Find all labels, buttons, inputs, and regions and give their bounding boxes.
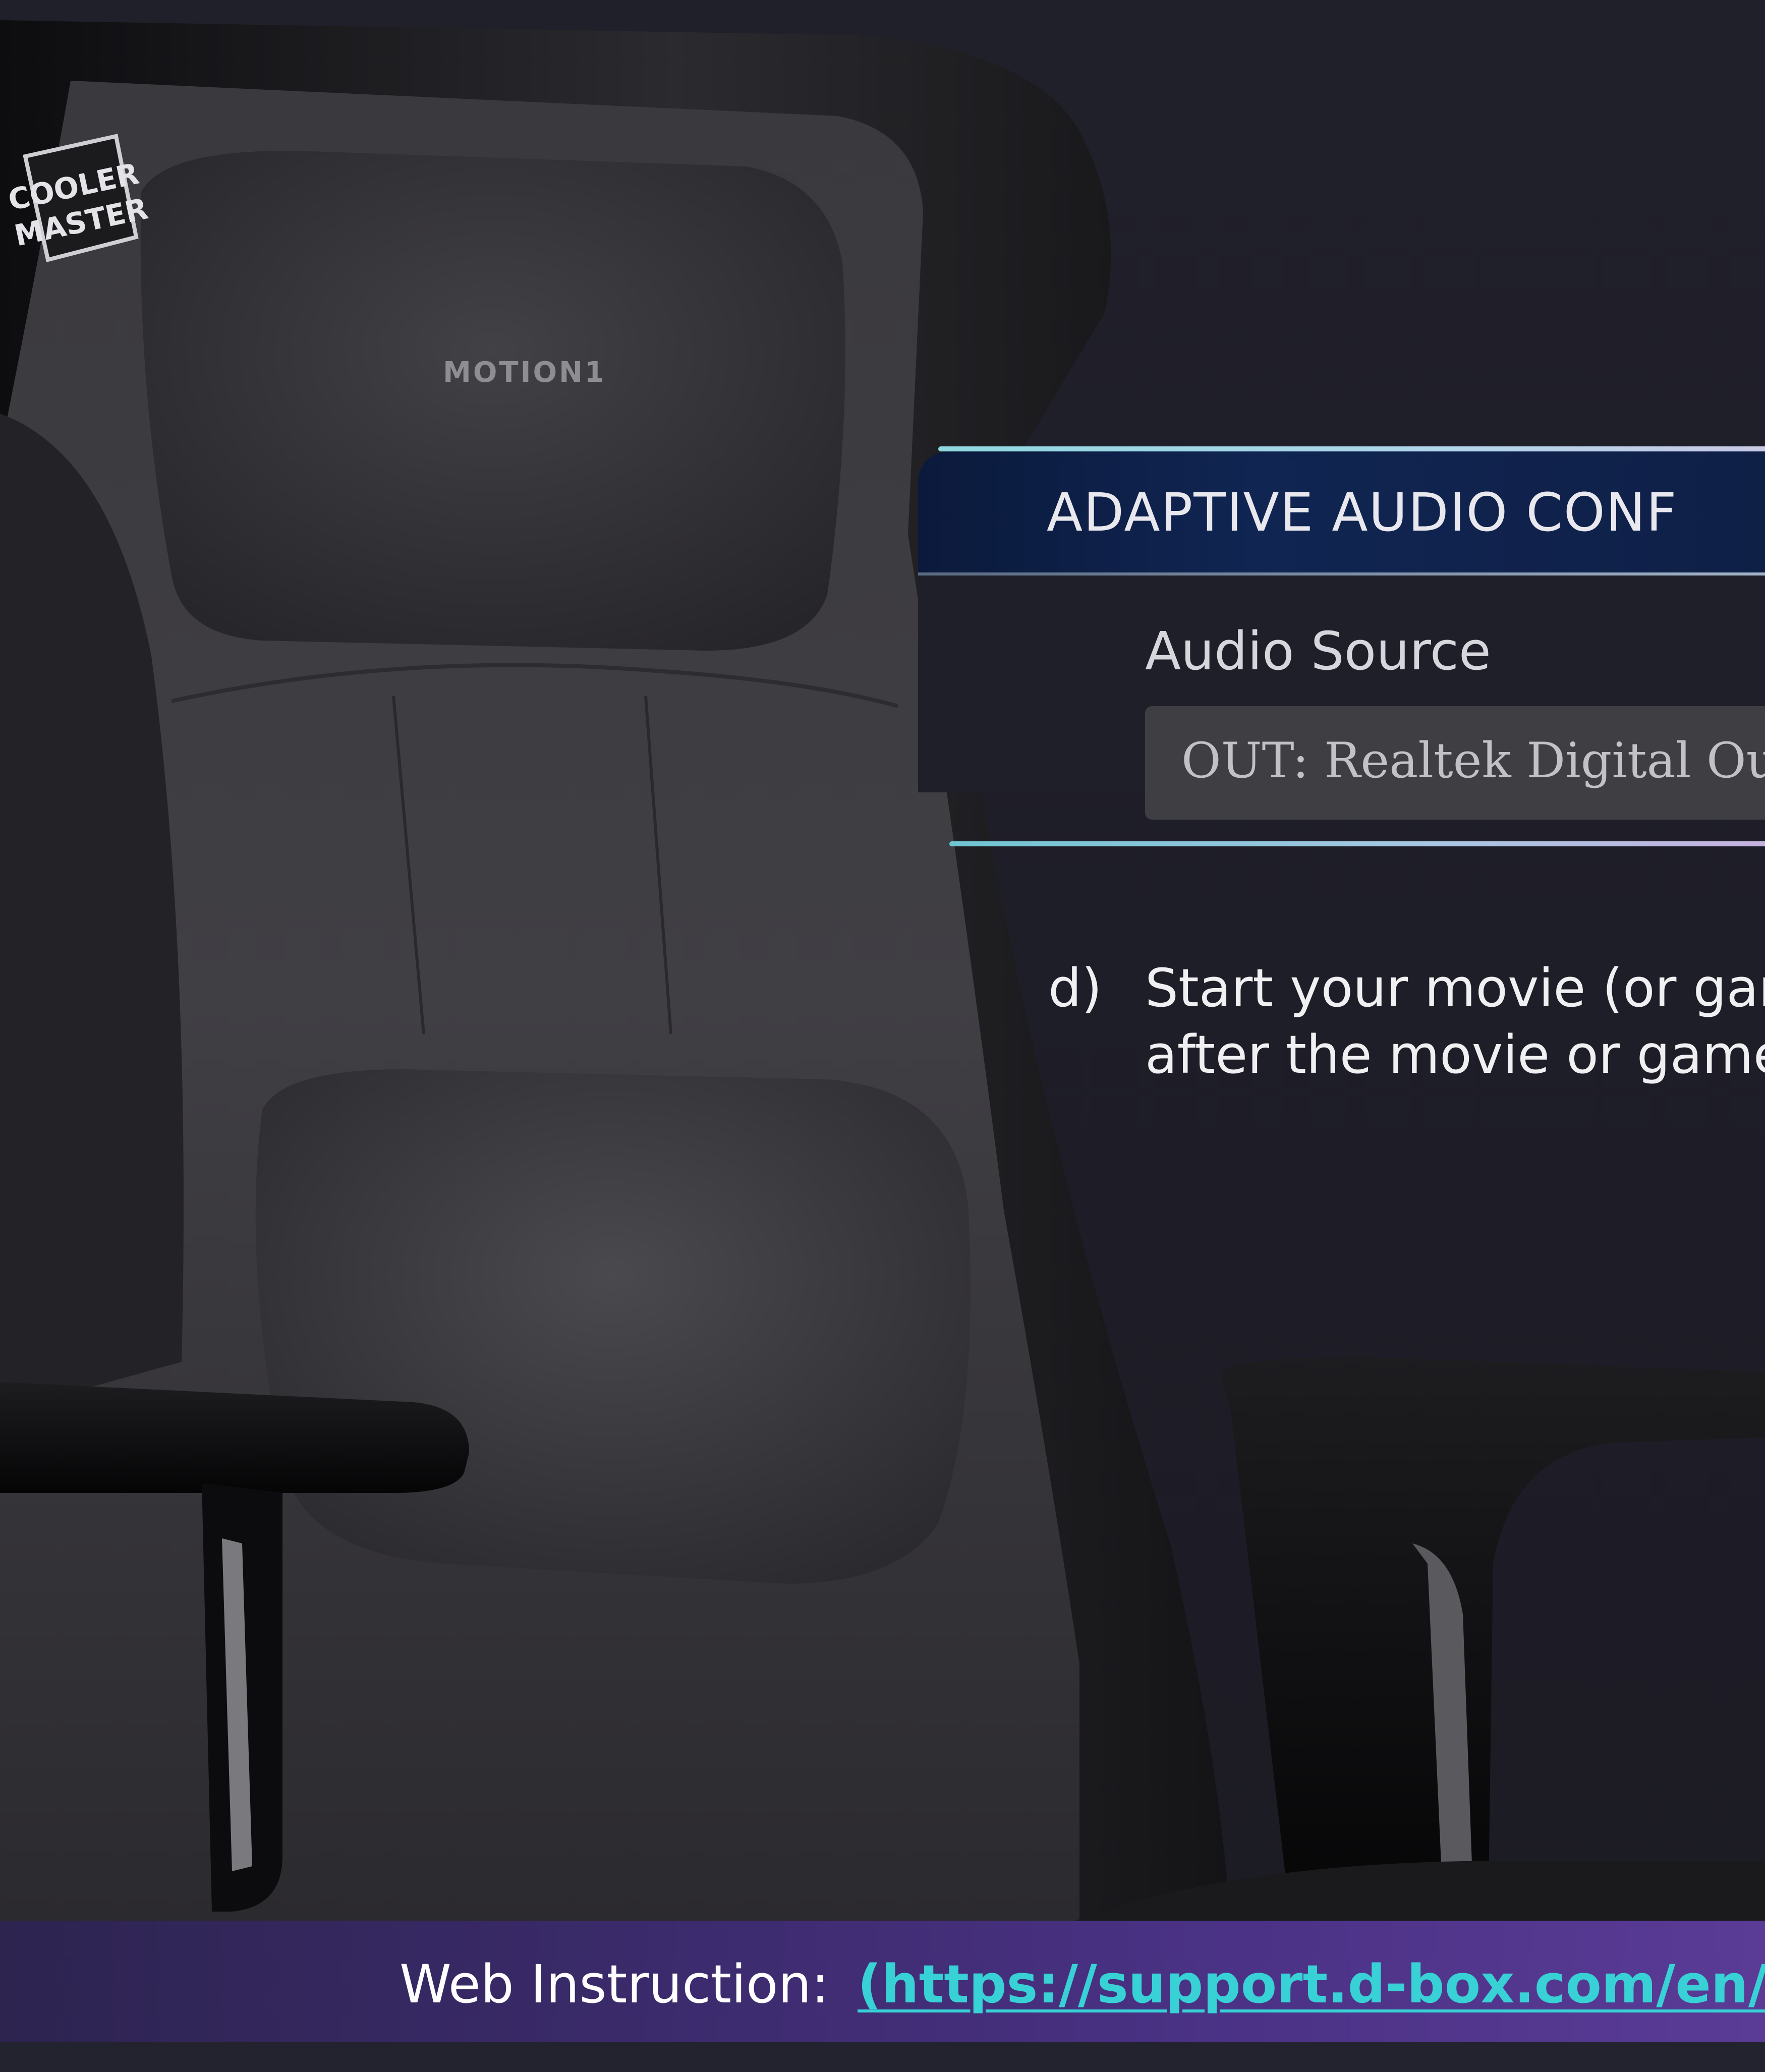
step-text-line1: Start your movie (or gar	[1145, 957, 1765, 1019]
slide: MOTION1 COOLER MASTER ADAPTIVE AUDIO CON…	[0, 0, 1765, 2072]
step-text-line2: after the movie or game	[1145, 1024, 1765, 1085]
audio-source-dropdown[interactable]: OUT: Realtek Digital Output (	[1145, 706, 1765, 820]
web-instruction-banner: Web Instruction: (https://support.d-box.…	[0, 1921, 1765, 2042]
bottom-strip	[0, 2042, 1765, 2072]
audio-source-label: Audio Source	[1145, 620, 1491, 682]
step-marker: d)	[1048, 957, 1102, 1019]
audio-source-selected-value: OUT: Realtek Digital Output (	[1181, 732, 1765, 789]
headrest-brand-text: MOTION1	[443, 356, 606, 389]
web-instruction-label: Web Instruction:	[400, 1953, 829, 2015]
adaptive-audio-config-panel: ADAPTIVE AUDIO CONF Audio Source OUT: Re…	[918, 446, 1765, 852]
panel-top-accent-line	[938, 446, 1765, 451]
panel-title: ADAPTIVE AUDIO CONF	[1047, 482, 1678, 543]
web-instruction-link[interactable]: (https://support.d-box.com/en/k	[858, 1953, 1765, 2015]
panel-bottom-accent-line	[949, 841, 1765, 846]
panel-header: ADAPTIVE AUDIO CONF	[918, 451, 1765, 572]
